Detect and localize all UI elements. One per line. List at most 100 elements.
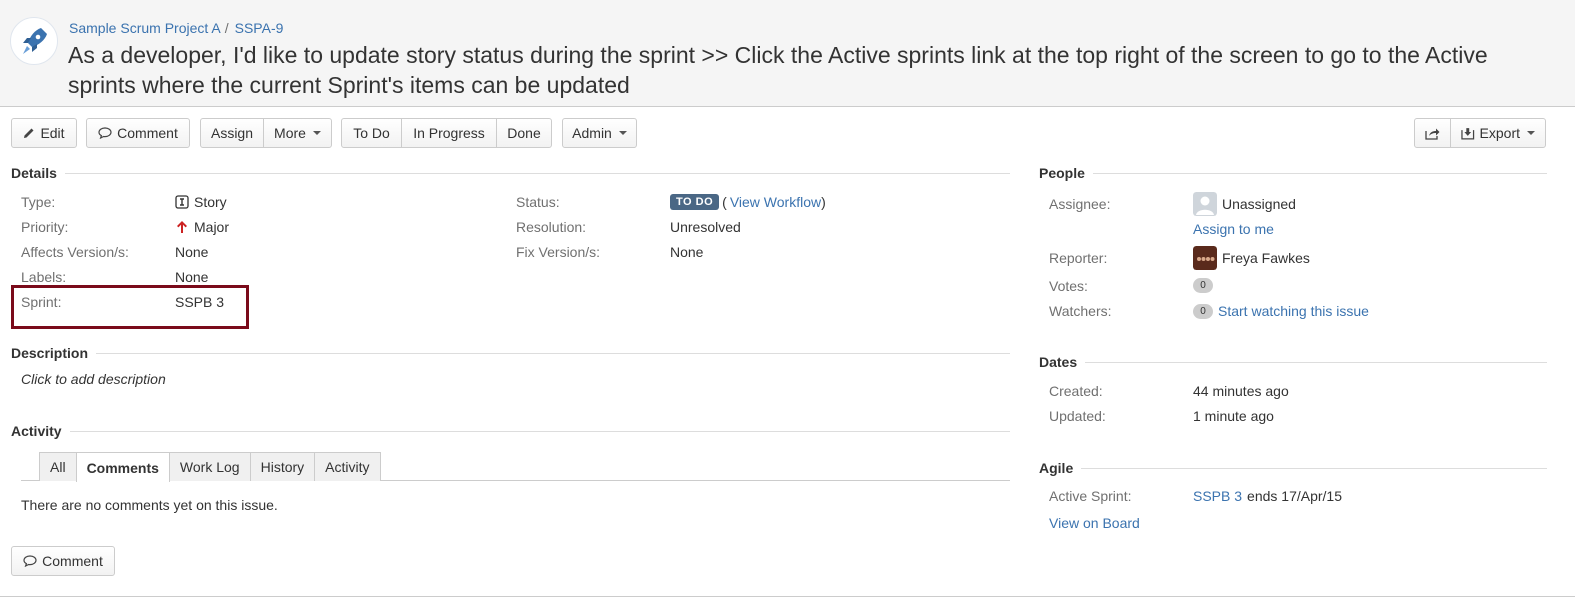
type-value-text: Story bbox=[194, 194, 227, 210]
votes-count-badge: 0 bbox=[1193, 278, 1213, 293]
to-do-button[interactable]: To Do bbox=[341, 118, 402, 148]
in-progress-button-label: In Progress bbox=[413, 125, 485, 141]
agile-heading-label: Agile bbox=[1039, 460, 1074, 476]
created-value: 44 minutes ago bbox=[1193, 383, 1289, 399]
start-watching-link[interactable]: Start watching this issue bbox=[1218, 303, 1369, 319]
no-comments-message: There are no comments yet on this issue. bbox=[21, 497, 278, 513]
more-button[interactable]: More bbox=[263, 118, 332, 148]
assignee-value[interactable]: Unassigned bbox=[1193, 192, 1296, 216]
done-button-label: Done bbox=[507, 125, 541, 141]
add-comment-button[interactable]: Comment bbox=[11, 546, 115, 576]
sprint-label: Sprint: bbox=[21, 294, 62, 310]
details-heading[interactable]: Details bbox=[11, 165, 1010, 181]
assign-more-group: Assign More bbox=[200, 118, 332, 148]
in-progress-button[interactable]: In Progress bbox=[401, 118, 497, 148]
status-value: TO DO (View Workflow) bbox=[670, 194, 826, 210]
issue-summary[interactable]: As a developer, I'd like to update story… bbox=[68, 40, 1548, 100]
dates-heading-label: Dates bbox=[1039, 354, 1078, 370]
chevron-down-icon bbox=[312, 131, 321, 135]
download-icon bbox=[1461, 127, 1475, 139]
resolution-value: Unresolved bbox=[670, 219, 741, 235]
assign-to-me-link[interactable]: Assign to me bbox=[1193, 221, 1274, 237]
fix-versions-value[interactable]: None bbox=[670, 244, 703, 260]
speech-bubble-icon bbox=[98, 127, 112, 139]
watchers-label: Watchers: bbox=[1049, 303, 1112, 319]
admin-button[interactable]: Admin bbox=[562, 118, 637, 148]
tab-activity[interactable]: Activity bbox=[314, 452, 381, 481]
workflow-paren-open: ( bbox=[722, 194, 727, 210]
status-label: Status: bbox=[516, 194, 560, 210]
arrow-up-icon bbox=[177, 221, 187, 233]
tab-all[interactable]: All bbox=[39, 452, 77, 481]
people-heading[interactable]: People bbox=[1039, 165, 1547, 181]
issue-toolbar: Edit Comment Assign More To Do In Progre… bbox=[0, 118, 1575, 149]
rocket-icon bbox=[23, 28, 47, 54]
labels-label: Labels: bbox=[21, 269, 67, 285]
affects-versions-value[interactable]: None bbox=[175, 244, 208, 260]
speech-bubble-icon bbox=[23, 555, 37, 567]
reporter-avatar bbox=[1193, 246, 1217, 270]
divider bbox=[1092, 172, 1547, 174]
fix-versions-label: Fix Version/s: bbox=[516, 244, 601, 260]
breadcrumb-project-link[interactable]: Sample Scrum Project A bbox=[69, 20, 221, 36]
share-button[interactable] bbox=[1414, 118, 1451, 148]
labels-value[interactable]: None bbox=[175, 269, 208, 285]
activity-heading[interactable]: Activity bbox=[11, 423, 1010, 439]
description-heading-label: Description bbox=[11, 345, 89, 361]
votes-value[interactable]: 0 bbox=[1193, 278, 1213, 293]
reporter-value-text: Freya Fawkes bbox=[1222, 250, 1310, 266]
affects-versions-label: Affects Version/s: bbox=[21, 244, 129, 260]
more-button-label: More bbox=[274, 125, 306, 141]
done-button[interactable]: Done bbox=[496, 118, 552, 148]
tab-comments[interactable]: Comments bbox=[75, 452, 170, 482]
priority-value: Major bbox=[175, 219, 229, 235]
status-badge: TO DO bbox=[670, 194, 720, 210]
activity-tabs: All Comments Work Log History Activity bbox=[39, 452, 381, 482]
priority-value-text: Major bbox=[194, 219, 230, 235]
assignee-value-text: Unassigned bbox=[1222, 196, 1296, 212]
people-heading-label: People bbox=[1039, 165, 1085, 181]
description-heading[interactable]: Description bbox=[11, 345, 1010, 361]
comment-button[interactable]: Comment bbox=[86, 118, 190, 148]
reporter-value[interactable]: Freya Fawkes bbox=[1193, 246, 1310, 270]
export-button[interactable]: Export bbox=[1450, 118, 1546, 148]
to-do-button-label: To Do bbox=[353, 125, 390, 141]
watchers-value: 0 Start watching this issue bbox=[1193, 303, 1369, 319]
sprint-end-date: ends 17/Apr/15 bbox=[1247, 488, 1342, 504]
chevron-down-icon bbox=[618, 131, 627, 135]
story-icon bbox=[175, 195, 189, 209]
description-placeholder[interactable]: Click to add description bbox=[21, 371, 166, 387]
workflow-paren-close: ) bbox=[821, 194, 826, 210]
divider bbox=[96, 352, 1010, 354]
active-sprint-value: SSPB 3 ends 17/Apr/15 bbox=[1193, 488, 1342, 504]
breadcrumb-separator: / bbox=[224, 20, 229, 36]
active-sprint-link[interactable]: SSPB 3 bbox=[1193, 488, 1242, 504]
export-button-label: Export bbox=[1479, 125, 1520, 141]
sprint-value[interactable]: SSPB 3 bbox=[175, 294, 224, 310]
tab-work-log[interactable]: Work Log bbox=[168, 452, 251, 481]
assign-button[interactable]: Assign bbox=[200, 118, 264, 148]
comment-button-label: Comment bbox=[117, 125, 178, 141]
type-value: Story bbox=[175, 194, 227, 210]
updated-label: Updated: bbox=[1049, 408, 1106, 424]
view-on-board-link[interactable]: View on Board bbox=[1049, 515, 1140, 531]
tab-history[interactable]: History bbox=[249, 452, 316, 481]
share-icon bbox=[1425, 128, 1440, 140]
assignee-label: Assignee: bbox=[1049, 196, 1111, 212]
details-heading-label: Details bbox=[11, 165, 57, 181]
chevron-down-icon bbox=[1527, 131, 1535, 135]
divider bbox=[1085, 361, 1547, 363]
view-workflow-link[interactable]: View Workflow bbox=[730, 194, 821, 210]
dates-heading[interactable]: Dates bbox=[1039, 354, 1547, 370]
unassigned-avatar-icon bbox=[1193, 192, 1217, 216]
edit-button[interactable]: Edit bbox=[11, 118, 77, 148]
breadcrumb-issue-link[interactable]: SSPA-9 bbox=[235, 20, 284, 36]
share-export-group: Export bbox=[1414, 118, 1546, 148]
workflow-group: To Do In Progress Done bbox=[341, 118, 552, 148]
agile-heading[interactable]: Agile bbox=[1039, 460, 1547, 476]
votes-label: Votes: bbox=[1049, 278, 1088, 294]
project-avatar[interactable] bbox=[10, 17, 58, 65]
edit-button-label: Edit bbox=[40, 125, 65, 141]
resolution-label: Resolution: bbox=[516, 219, 587, 235]
watchers-count-badge[interactable]: 0 bbox=[1193, 303, 1213, 319]
